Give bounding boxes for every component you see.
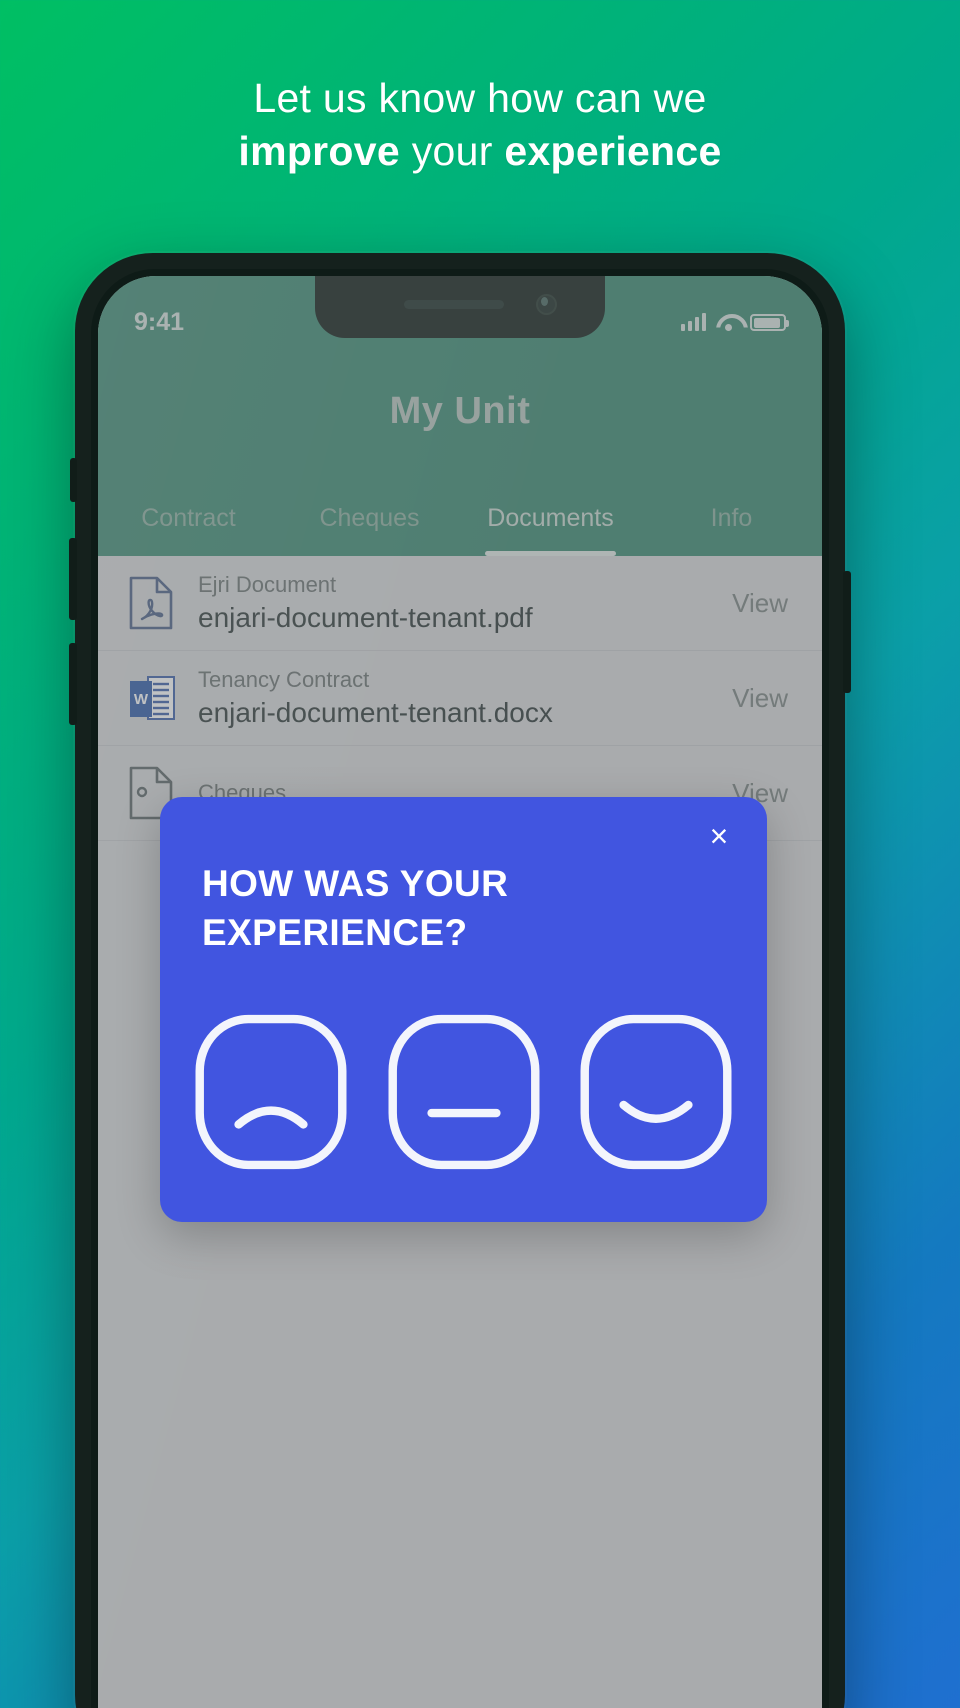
neutral-face-icon[interactable] bbox=[383, 1011, 545, 1173]
promo-headline-line2: improve your experience bbox=[0, 125, 960, 178]
promo-headline-emph-improve: improve bbox=[238, 128, 400, 174]
modal-title-line2: EXPERIENCE? bbox=[202, 912, 468, 953]
phone-screen: 9:41 My Unit Contract Cheques Documents … bbox=[98, 276, 822, 1708]
phone-mockup: 9:41 My Unit Contract Cheques Documents … bbox=[69, 253, 851, 1708]
promo-headline-emph-experience: experience bbox=[504, 128, 722, 174]
promo-headline-line1: Let us know how can we bbox=[253, 75, 707, 121]
volume-up-button[interactable] bbox=[69, 538, 77, 620]
power-button[interactable] bbox=[843, 571, 851, 693]
modal-title: HOW WAS YOUR EXPERIENCE? bbox=[202, 859, 707, 957]
promo-headline: Let us know how can we improve your expe… bbox=[0, 72, 960, 178]
phone-bezel: 9:41 My Unit Contract Cheques Documents … bbox=[91, 269, 829, 1708]
close-icon[interactable]: × bbox=[701, 819, 737, 855]
promo-headline-mid: your bbox=[400, 128, 505, 174]
sad-face-icon[interactable] bbox=[190, 1011, 352, 1173]
rating-options bbox=[160, 1011, 767, 1173]
feedback-modal: × HOW WAS YOUR EXPERIENCE? bbox=[160, 797, 767, 1222]
mute-switch[interactable] bbox=[70, 458, 77, 502]
volume-down-button[interactable] bbox=[69, 643, 77, 725]
modal-title-line1: HOW WAS YOUR bbox=[202, 863, 509, 904]
happy-face-icon[interactable] bbox=[575, 1011, 737, 1173]
